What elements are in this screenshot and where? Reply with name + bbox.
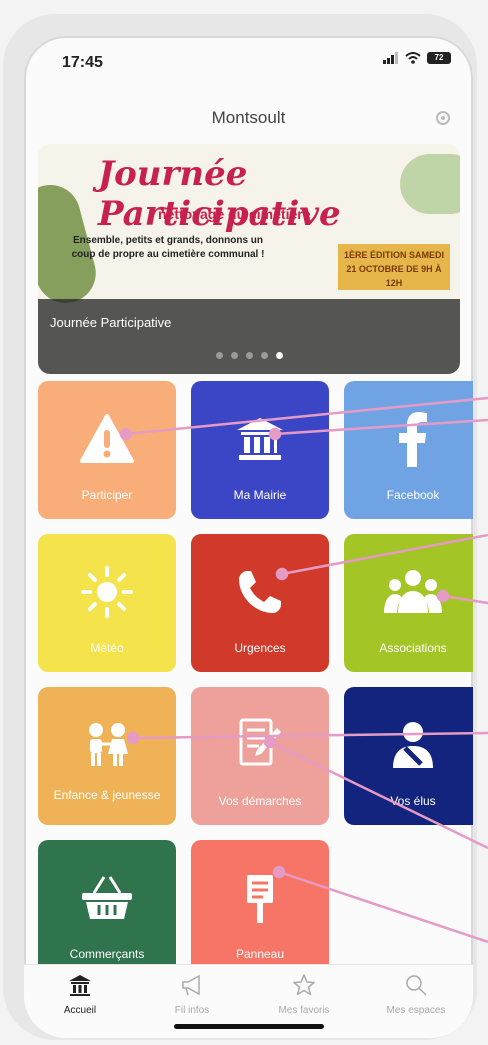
group-icon — [384, 570, 442, 613]
tile-panneau[interactable]: Panneau — [191, 840, 329, 978]
elected-person-icon — [393, 722, 433, 768]
banner-caption: Journée Participative — [50, 315, 172, 330]
tile-label: Commerçants — [69, 947, 145, 961]
tab-label: Mes espaces — [386, 1005, 446, 1016]
wifi-icon — [405, 52, 421, 64]
banner-text: Ensemble, petits et grands, donnons un c… — [71, 235, 265, 260]
search-icon — [406, 975, 427, 996]
tile-urgences[interactable]: Urgences — [191, 534, 329, 672]
carousel-dots — [38, 346, 460, 364]
tile-label: Associations — [379, 641, 447, 655]
banner-title: Journée Participative — [98, 154, 341, 234]
tab-mes-espaces[interactable]: Mes espaces — [360, 965, 472, 1025]
tile-label: Vos démarches — [218, 794, 302, 808]
town-hall-icon — [237, 418, 283, 460]
signal-icon — [383, 52, 398, 64]
carousel-dot-active[interactable] — [275, 352, 283, 359]
battery-icon: 72 — [427, 52, 451, 64]
tile-label: Météo — [90, 641, 124, 655]
sun-icon — [81, 566, 133, 618]
tile-label: Participer — [81, 488, 133, 502]
banner-subtitle: nettoyage du cimetière — [158, 206, 311, 222]
phone-icon — [239, 571, 281, 613]
tile-meteo[interactable]: Météo — [38, 534, 176, 672]
app-screen: 17:45 72 Montsoult Journée Participative… — [24, 36, 473, 1038]
phone-frame: 17:45 72 Montsoult Journée Participative… — [3, 14, 477, 1040]
megaphone-icon — [182, 974, 200, 996]
document-pen-icon — [239, 718, 281, 766]
tile-facebook[interactable]: Facebook — [344, 381, 473, 519]
tile-vos-demarches[interactable]: Vos démarches — [191, 687, 329, 825]
top-nav: Montsoult — [24, 96, 473, 146]
home-icon — [69, 975, 91, 996]
tile-label: Panneau — [235, 947, 285, 961]
gear-icon[interactable] — [433, 108, 453, 128]
battery-level: 72 — [434, 53, 444, 62]
carousel-dot[interactable] — [260, 352, 268, 359]
children-icon — [89, 723, 128, 766]
tile-label: Ma Mairie — [233, 488, 287, 502]
tab-label: Mes favoris — [278, 1005, 330, 1016]
facebook-icon — [399, 412, 427, 467]
banner-carousel[interactable]: Journée Participative nettoyage du cimet… — [38, 144, 460, 374]
signboard-icon — [247, 875, 273, 923]
tile-label: Vos élus — [390, 794, 436, 808]
star-icon — [293, 974, 315, 996]
tab-label: Fil infos — [174, 1005, 210, 1016]
tab-fil-infos[interactable]: Fil infos — [136, 965, 248, 1025]
tile-participer[interactable]: Participer — [38, 381, 176, 519]
status-icons: 72 — [383, 52, 451, 64]
tab-mes-favoris[interactable]: Mes favoris — [248, 965, 360, 1025]
carousel-dot[interactable] — [245, 352, 253, 359]
tile-ma-mairie[interactable]: Ma Mairie — [191, 381, 329, 519]
page-title: Montsoult — [211, 108, 286, 127]
banner-date-badge: 1ÈRE ÉDITION SAMEDI 21 OCTOBRE DE 9H À 1… — [338, 244, 450, 290]
tile-associations[interactable]: Associations — [344, 534, 473, 672]
tile-vos-elus[interactable]: Vos élus — [344, 687, 473, 825]
tab-label: Accueil — [63, 1005, 97, 1016]
basket-icon — [82, 876, 132, 919]
tile-commercants[interactable]: Commerçants — [38, 840, 176, 978]
carousel-dot[interactable] — [215, 352, 223, 359]
home-indicator — [174, 1024, 324, 1029]
tile-enfance-jeunesse[interactable]: Enfance & jeunesse — [38, 687, 176, 825]
status-time: 17:45 — [62, 54, 103, 71]
tile-label: Enfance & jeunesse — [53, 788, 161, 802]
tab-accueil[interactable]: Accueil — [24, 965, 136, 1025]
status-bar: 17:45 72 — [24, 36, 473, 96]
tile-label: Facebook — [386, 488, 440, 502]
carousel-dot[interactable] — [230, 352, 238, 359]
tile-label: Urgences — [234, 641, 286, 655]
warning-icon — [80, 414, 134, 463]
